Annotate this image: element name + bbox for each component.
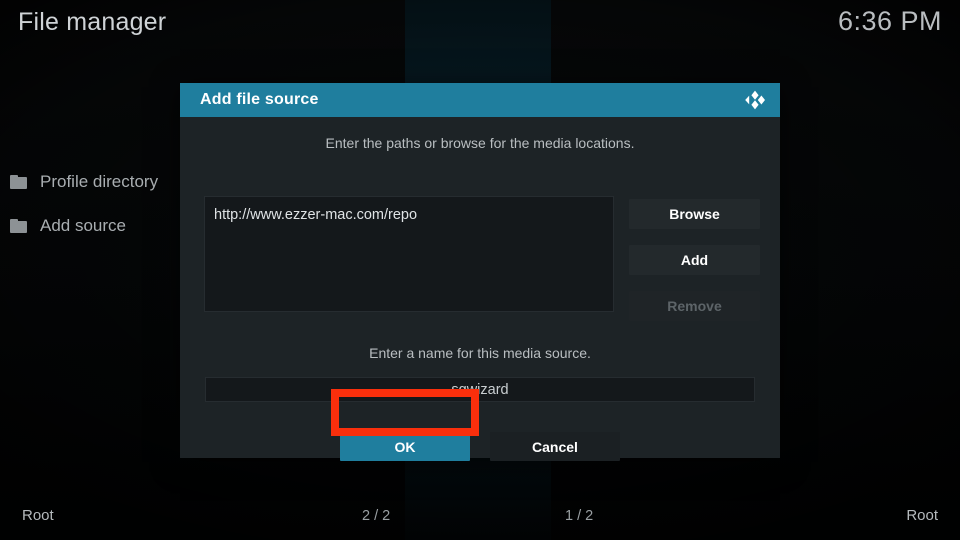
dialog-body: Enter the paths or browse for the media … (180, 117, 780, 461)
cancel-button[interactable]: Cancel (490, 432, 620, 461)
ok-button[interactable]: OK (340, 432, 470, 461)
status-bar: Root 2 / 2 1 / 2 Root (0, 496, 960, 540)
window-header: File manager 6:36 PM (0, 0, 960, 54)
add-button[interactable]: Add (629, 245, 760, 275)
status-path-left: Root (22, 507, 54, 524)
status-count-left: 2 / 2 (362, 508, 391, 524)
dialog-title: Add file source (200, 91, 319, 108)
dialog-titlebar: Add file source (180, 83, 780, 117)
browse-button[interactable]: Browse (629, 199, 760, 229)
path-list-box[interactable]: http://www.ezzer-mac.com/repo (204, 196, 614, 312)
kodi-file-manager-screen: File manager 6:36 PM Profile directory A… (0, 0, 960, 540)
list-item-label: Profile directory (40, 172, 159, 191)
folder-icon (10, 175, 28, 189)
paths-hint-label: Enter the paths or browse for the media … (325, 135, 635, 151)
remove-button: Remove (629, 291, 760, 321)
add-file-source-dialog: Add file source Enter the paths or brows… (180, 83, 780, 461)
name-hint-label: Enter a name for this media source. (369, 345, 591, 361)
path-action-buttons: Browse Add Remove (629, 199, 760, 337)
clock-label: 6:36 PM (837, 6, 942, 36)
dialog-footer-buttons: OK Cancel (180, 432, 780, 462)
status-path-right: Root (906, 507, 938, 524)
folder-icon (10, 219, 28, 233)
list-item-label: Add source (40, 216, 126, 235)
path-list-item[interactable]: http://www.ezzer-mac.com/repo (205, 197, 613, 223)
kodi-logo-icon (743, 88, 767, 112)
page-title: File manager (18, 8, 167, 36)
source-name-input[interactable]: sgwizard (205, 377, 755, 402)
status-count-right: 1 / 2 (565, 508, 594, 524)
